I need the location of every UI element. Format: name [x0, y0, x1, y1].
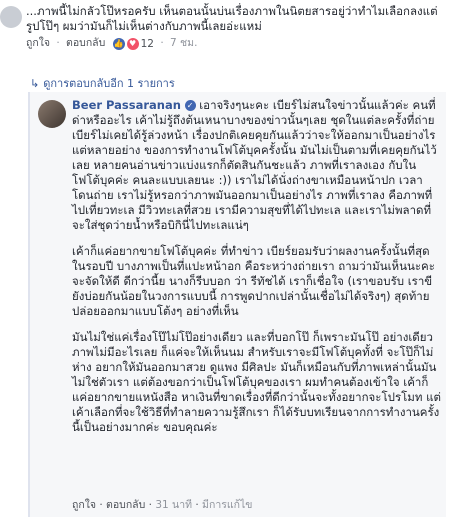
verified-icon: ✓	[184, 100, 196, 111]
reply-time[interactable]: 31 นาที	[155, 499, 192, 511]
top-comment: ...ภาพนี้ไม่กลัวโป๊หรอครับ เห็นตอนนั้นบ่…	[26, 4, 441, 51]
reaction-count: 12	[140, 38, 154, 50]
comment-time[interactable]: 7 ชม.	[170, 37, 197, 49]
top-comment-text: ...ภาพนี้ไม่กลัวโป๊หรอครับ เห็นตอนนั้นบ่…	[26, 4, 438, 33]
reply-author-name[interactable]: Beer Passaranan	[72, 98, 181, 112]
reaction-summary[interactable]: 👍 ♥ 12	[112, 37, 154, 51]
reply-link[interactable]: ตอบกลับ	[66, 37, 105, 49]
edited-label[interactable]: มีการแก้ไข	[202, 499, 252, 511]
reply-paragraph-2: เค้าก็แค่อยากขายโฟโต้บุคค่ะ ที่ทำข่าว เบ…	[72, 244, 435, 318]
love-reaction-icon: ♥	[126, 38, 139, 50]
like-link[interactable]: ถูกใจ	[26, 37, 50, 49]
top-comment-actions: ถูกใจ · ตอบกลับ 👍 ♥ 12 · 7 ชม.	[26, 37, 198, 51]
reply-author-avatar[interactable]	[38, 100, 66, 128]
reply-actions: ถูกใจ · ตอบกลับ · 31 นาที · มีการแก้ไข	[72, 499, 253, 511]
reply-paragraph-3: มันไม่ใช่แค่เรื่องโป๊ไม่โป๊อย่างเดียว แล…	[72, 330, 441, 434]
reply-body: Beer Passaranan ✓ เอาจริงๆนะคะ เบียร์ไม่…	[72, 98, 442, 446]
commenter-avatar[interactable]	[0, 6, 22, 28]
like-reaction-icon: 👍	[112, 38, 125, 50]
reply-arrow-icon: ↳	[30, 76, 40, 90]
reply-like-link[interactable]: ถูกใจ	[72, 499, 96, 511]
reply-paragraph-1: เอาจริงๆนะคะ เบียร์ไม่สนใจข่าวนั้นแล้วค่…	[72, 98, 437, 232]
view-more-replies[interactable]: ↳ ดูการตอบกลับอีก 1 รายการ	[30, 74, 175, 92]
reply-reply-link[interactable]: ตอบกลับ	[106, 499, 145, 511]
reply-comment: Beer Passaranan ✓ เอาจริงๆนะคะ เบียร์ไม่…	[28, 92, 446, 517]
view-more-replies-label: ดูการตอบกลับอีก 1 รายการ	[43, 77, 175, 90]
